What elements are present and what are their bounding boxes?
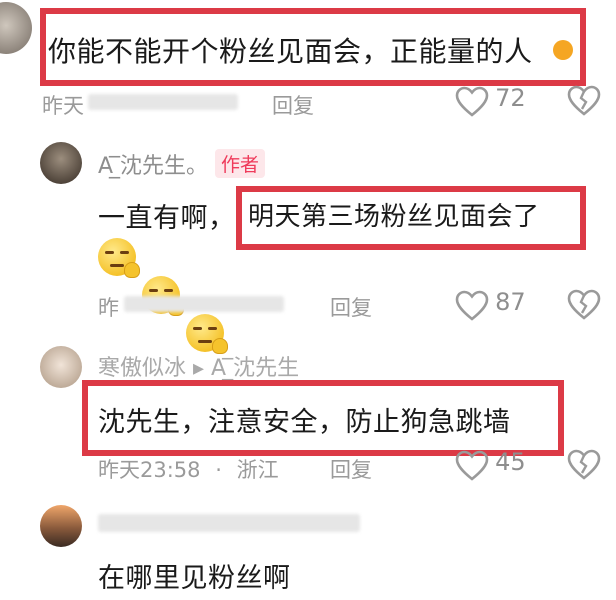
comment-meta: 昨天23:58 · 浙江 [98, 454, 287, 484]
blurred-author-name [98, 514, 360, 532]
meta-separator: · [215, 458, 222, 482]
reply-button[interactable]: 回复 [330, 454, 372, 484]
comment-text: 在哪里见粉丝啊 [98, 563, 291, 594]
reply-button[interactable]: 回复 [330, 292, 372, 322]
comment-location: 浙江 [236, 458, 279, 482]
author-badge: 作者 [215, 149, 266, 178]
emoji-row [98, 238, 228, 354]
broken-heart-icon[interactable] [566, 289, 602, 321]
comment-author[interactable]: 寒傲似冰 ▸ A ̲̅沈先生 [98, 350, 299, 382]
broken-heart-icon[interactable] [566, 449, 602, 481]
heart-icon [455, 86, 489, 117]
reply-button[interactable]: 回复 [272, 90, 314, 120]
avatar[interactable] [0, 2, 32, 54]
comment-author[interactable]: A ̲̅沈先生。 作者 [98, 148, 266, 180]
heart-icon [455, 290, 489, 321]
comment-time: 昨 [98, 296, 119, 320]
comment-time: 昨天 [42, 94, 84, 118]
comment-text-highlight: 明天第三场粉丝见面会了 [248, 202, 540, 232]
comment-meta: 昨天 [42, 90, 92, 120]
broken-heart-icon[interactable] [566, 85, 602, 117]
comment-text: 沈先生，注意安全，防止狗急跳墙 [98, 407, 511, 438]
like-button[interactable]: 87 [454, 288, 526, 322]
emoji-icon [98, 238, 140, 278]
like-count: 87 [495, 288, 526, 316]
avatar[interactable] [40, 142, 82, 184]
heart-icon [455, 450, 489, 481]
emoji-icon [186, 314, 228, 354]
blurred-text [124, 296, 284, 312]
like-count: 72 [495, 84, 526, 112]
like-button[interactable]: 72 [454, 84, 526, 118]
emoji-icon [553, 40, 573, 60]
comment-time: 昨天23:58 [98, 458, 201, 482]
like-button[interactable]: 45 [454, 448, 526, 482]
author-name[interactable]: A ̲̅沈先生。 [98, 154, 208, 179]
like-count: 45 [495, 448, 526, 476]
blurred-text [88, 94, 238, 110]
avatar[interactable] [40, 505, 82, 547]
avatar[interactable] [40, 346, 82, 388]
comment-text: 你能不能开个粉丝见面会，正能量的人 [48, 35, 533, 68]
comment-text-prefix: 一直有啊， [98, 203, 236, 234]
